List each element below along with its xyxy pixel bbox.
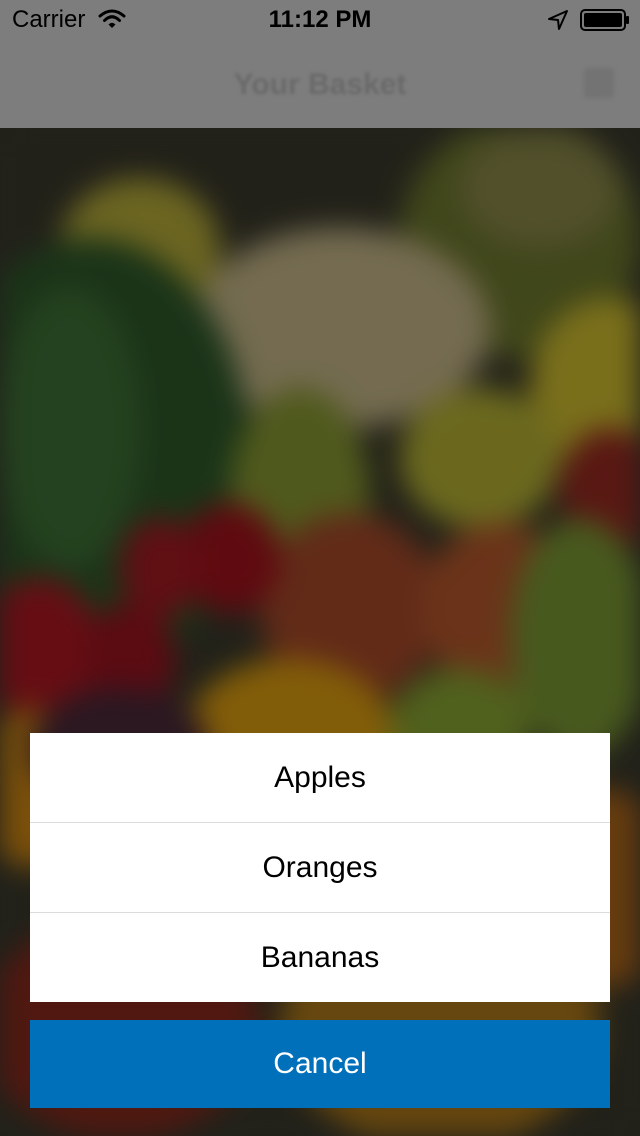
action-sheet: Apples Oranges Bananas Cancel	[30, 733, 610, 1108]
nav-action-icon[interactable]	[584, 68, 614, 98]
option-bananas-button[interactable]: Bananas	[30, 913, 610, 1002]
battery-icon	[580, 9, 629, 31]
nav-title: Your Basket	[233, 68, 407, 101]
navigation-bar: Your Basket	[0, 40, 640, 128]
cancel-button[interactable]: Cancel	[30, 1020, 610, 1108]
option-apples-button[interactable]: Apples	[30, 733, 610, 823]
option-oranges-button[interactable]: Oranges	[30, 823, 610, 913]
screen: Carrier 11:12 PM Your Basket Apples Oran…	[0, 0, 640, 1136]
status-bar: Carrier 11:12 PM	[0, 0, 640, 40]
action-sheet-options: Apples Oranges Bananas	[30, 733, 610, 1002]
location-arrow-icon	[548, 10, 568, 30]
status-time: 11:12 PM	[268, 6, 372, 33]
